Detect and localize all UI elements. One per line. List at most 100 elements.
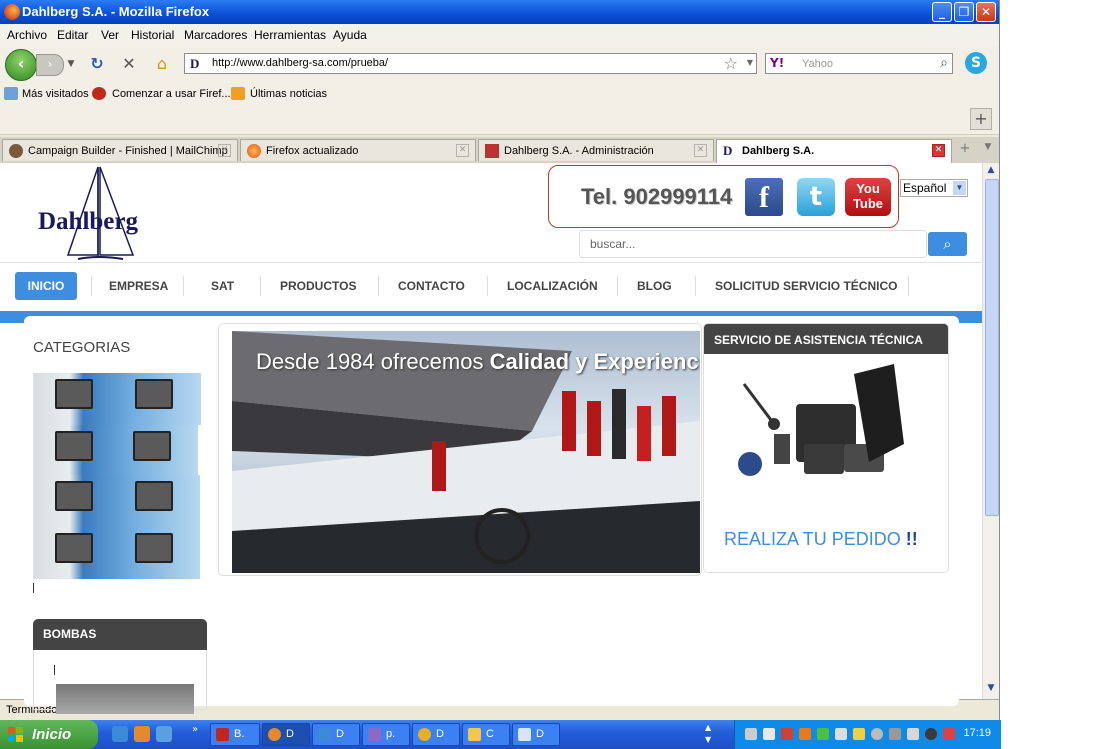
tab-firefox-actualizado[interactable]: Firefox actualizado ✕ — [240, 139, 476, 161]
tray-icon[interactable] — [853, 728, 865, 740]
taskbar-item-document[interactable]: D — [512, 723, 560, 746]
add-toolbar-button[interactable]: + — [970, 108, 992, 130]
tray-icon[interactable] — [889, 728, 901, 740]
nav-sat[interactable]: SAT — [211, 272, 234, 300]
language-select[interactable]: Español ▼ — [900, 179, 968, 197]
menu-ver[interactable]: Ver — [101, 28, 119, 42]
site-search-button[interactable]: ⌕ — [928, 232, 967, 256]
tray-icon[interactable] — [799, 728, 811, 740]
nav-localizacion[interactable]: LOCALIZACIÓN — [507, 272, 598, 300]
tray-icon[interactable] — [907, 728, 919, 740]
taskbar-scroll-arrows-icon[interactable]: ▲ ▼ — [705, 722, 711, 746]
taskbar-item-app[interactable]: p. — [362, 723, 410, 746]
tab-dahlberg[interactable]: D Dahlberg S.A. ✕ — [716, 139, 952, 163]
menu-ayuda[interactable]: Ayuda — [333, 28, 367, 42]
start-button[interactable]: Inicio — [0, 720, 98, 749]
bookmark-star-icon[interactable]: ☆ — [724, 54, 738, 73]
scroll-thumb[interactable] — [985, 179, 999, 516]
dahlberg-favicon: D — [723, 143, 733, 158]
maximize-button[interactable]: ❐ — [954, 2, 974, 22]
tray-icon[interactable] — [763, 728, 775, 740]
menu-editar[interactable]: Editar — [57, 28, 88, 42]
tray-icon[interactable] — [781, 728, 793, 740]
taskbar-item-pdf[interactable]: B. — [210, 723, 260, 746]
ie-icon — [318, 728, 331, 741]
home-icon[interactable]: ⌂ — [151, 54, 173, 74]
reload-icon[interactable]: ↻ — [86, 54, 108, 74]
minimize-button[interactable]: _ — [932, 2, 952, 22]
outlook-quicklaunch-icon[interactable] — [156, 726, 172, 742]
more-quicklaunch-icon[interactable]: » — [192, 724, 198, 735]
bookmark-comenzar[interactable]: Comenzar a usar Firef... — [112, 88, 231, 100]
tray-icon[interactable] — [925, 728, 937, 740]
switch-panel-image — [133, 431, 171, 461]
firefox-icon — [268, 728, 281, 741]
twitter-icon[interactable]: t — [797, 178, 835, 216]
taskbar-item-chrome[interactable]: D — [412, 723, 460, 746]
close-tab-icon[interactable]: ✕ — [218, 144, 231, 157]
scroll-up-icon[interactable]: ▲ — [985, 165, 997, 177]
vertical-scrollbar[interactable]: ▲ ▼ — [982, 163, 999, 699]
nav-productos[interactable]: PRODUCTOS — [280, 272, 356, 300]
taskbar-item-label: D — [536, 728, 544, 740]
nav-contacto[interactable]: CONTACTO — [398, 272, 465, 300]
taskbar-item-ie[interactable]: D — [312, 723, 360, 746]
tray-icon[interactable] — [817, 728, 829, 740]
history-dropdown-icon[interactable]: ▼ — [60, 54, 82, 74]
nav-separator — [260, 276, 261, 296]
nav-blog[interactable]: BLOG — [637, 272, 672, 300]
close-tab-icon[interactable]: ✕ — [456, 144, 469, 157]
nav-solicitud-servicio[interactable]: SOLICITUD SERVICIO TÉCNICO — [715, 272, 897, 300]
tab-mailchimp[interactable]: Campaign Builder - Finished | MailChimp … — [2, 139, 238, 161]
close-tab-icon[interactable]: ✕ — [694, 144, 707, 157]
menu-archivo[interactable]: Archivo — [7, 28, 47, 42]
search-magnifier-icon[interactable]: ⌕ — [940, 55, 948, 71]
windows-flag-icon — [8, 727, 23, 742]
bookmarks-toolbar: Más visitados Comenzar a usar Firef... Ú… — [0, 82, 999, 106]
firefox-quicklaunch-icon[interactable] — [134, 726, 150, 742]
tab-list-icon[interactable]: ▼ — [980, 142, 996, 160]
tray-icon[interactable] — [871, 728, 883, 740]
system-tray: 17:19 — [734, 720, 1001, 749]
facebook-icon[interactable]: f — [745, 178, 783, 216]
taskbar-item-label: D — [286, 728, 294, 740]
close-window-button[interactable]: ✕ — [976, 2, 996, 22]
url-bar[interactable]: D http://www.dahlberg-sa.com/prueba/ ☆ ▼ — [184, 53, 757, 74]
close-tab-icon[interactable]: ✕ — [932, 144, 945, 157]
menu-herramientas[interactable]: Herramientas — [254, 28, 326, 42]
skype-icon[interactable]: S — [965, 52, 987, 74]
category-image[interactable] — [33, 527, 200, 579]
taskbar-item-folder[interactable]: C — [462, 723, 510, 746]
nav-inicio[interactable]: INICIO — [15, 272, 77, 300]
tray-icon[interactable] — [835, 728, 847, 740]
marine-instruments-image[interactable] — [704, 364, 949, 494]
category-image[interactable] — [33, 425, 198, 477]
youtube-icon[interactable]: You Tube — [845, 178, 891, 216]
language-value: Español — [903, 181, 947, 195]
search-box[interactable]: Y! Yahoo ⌕ — [765, 53, 953, 74]
firefox-start-icon — [92, 87, 106, 100]
ie-quicklaunch-icon[interactable] — [112, 726, 128, 742]
dahlberg-logo[interactable]: Dahlberg — [38, 165, 163, 263]
stop-icon[interactable]: ✕ — [118, 54, 140, 74]
url-dropdown-icon[interactable]: ▼ — [747, 58, 753, 67]
scroll-down-icon[interactable]: ▼ — [985, 683, 997, 695]
menu-marcadores[interactable]: Marcadores — [184, 28, 247, 42]
bombas-image[interactable] — [56, 684, 194, 714]
site-search-input[interactable]: buscar... — [579, 230, 927, 258]
category-image[interactable] — [33, 373, 201, 425]
tray-icon[interactable] — [745, 728, 757, 740]
tray-icon[interactable] — [943, 728, 955, 740]
sailing-slide-image[interactable]: Desde 1984 ofrecemos Calidad y Experienc… — [232, 331, 700, 573]
nav-empresa[interactable]: EMPRESA — [109, 272, 168, 300]
search-placeholder: Yahoo — [802, 58, 833, 70]
menu-historial[interactable]: Historial — [131, 28, 174, 42]
tab-dahlberg-admin[interactable]: Dahlberg S.A. - Administración ✕ — [478, 139, 714, 161]
new-tab-icon[interactable]: + — [955, 141, 975, 159]
order-link[interactable]: REALIZA TU PEDIDO !! — [724, 529, 918, 550]
category-image[interactable] — [33, 475, 200, 527]
bookmark-mas-visitados[interactable]: Más visitados — [22, 88, 89, 100]
back-button[interactable]: ‹ — [5, 49, 37, 81]
taskbar-item-firefox[interactable]: D — [262, 723, 310, 746]
bookmark-ultimas-noticias[interactable]: Últimas noticias — [250, 88, 327, 100]
